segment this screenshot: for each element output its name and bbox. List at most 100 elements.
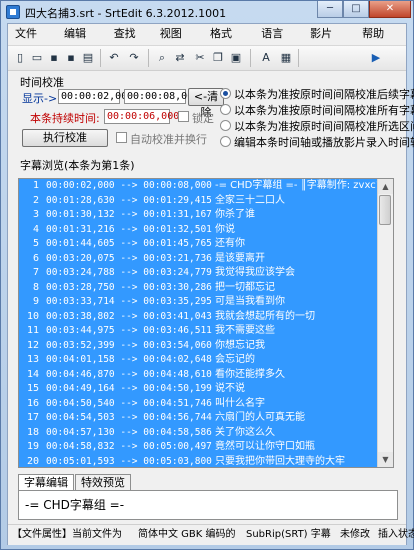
subtitle-row[interactable]: 14 00:04:46,870 --> 00:04:48,610 看你还能撑多久: [19, 367, 379, 382]
status-mode: 插入状态: [378, 529, 414, 540]
subtitle-timecode: 00:01:31,216 --> 00:01:32,501: [46, 223, 212, 235]
maximize-button[interactable]: □: [343, 1, 369, 18]
new-file-icon[interactable]: ▯: [12, 50, 28, 66]
subtitle-row[interactable]: 1 00:00:02,000 --> 00:00:08,000 -= CHD字幕组 …: [19, 179, 379, 194]
tab-subtitle-edit[interactable]: 字幕编辑: [18, 474, 74, 491]
copy-icon[interactable]: ❐: [210, 50, 226, 66]
subtitle-start: 00:04:46,870: [46, 368, 115, 380]
list-scrollbar[interactable]: ▲ ▼: [377, 179, 393, 467]
subtitle-row[interactable]: 19 00:04:58,832 --> 00:05:00,497 竟然可以让你守口如…: [19, 440, 379, 455]
subtitle-number: 2: [32, 194, 39, 206]
auto-calibrate-checkbox[interactable]: [116, 132, 127, 143]
subtitle-list[interactable]: 1 00:00:02,000 --> 00:00:08,000 -= CHD字幕组 …: [18, 178, 394, 468]
subtitle-end: 00:05:00,497: [143, 441, 212, 452]
text-mode-icon[interactable]: A: [258, 50, 274, 66]
subtitle-row[interactable]: 2 00:01:28,630 --> 00:01:29,415 全家三十二口人: [19, 193, 379, 208]
subtitle-end: 00:01:32,501: [143, 223, 212, 235]
lock-checkbox[interactable]: [178, 111, 189, 122]
subtitle-number: 9: [32, 296, 39, 307]
save-icon[interactable]: ▪: [46, 50, 62, 66]
subtitle-row[interactable]: 11 00:03:44,975 --> 00:03:46,511 我不需要这些: [19, 324, 379, 339]
cut-icon[interactable]: ✂: [192, 50, 208, 66]
subtitle-text: 六扇门的人可真无能: [215, 412, 305, 423]
scroll-thumb[interactable]: [379, 195, 391, 225]
subtitle-row[interactable]: 13 00:04:01,158 --> 00:04:02,648 会忘记的: [19, 353, 379, 368]
subtitle-end: 00:03:54,060: [143, 339, 212, 351]
menu-find[interactable]: 查找(I): [107, 24, 153, 60]
subtitle-start: 00:03:44,975: [46, 325, 115, 336]
subtitle-timecode: 00:04:58,832 --> 00:05:00,497: [46, 441, 212, 452]
replace-icon[interactable]: ⇄: [172, 50, 188, 66]
window-icon[interactable]: ▦: [278, 50, 294, 66]
menu-format[interactable]: 格式(O): [203, 24, 254, 60]
subtitle-start: 00:01:28,630: [46, 194, 115, 206]
save-all-icon[interactable]: ▪: [63, 50, 79, 66]
run-calibration-button[interactable]: 执行校准: [22, 129, 108, 147]
duration-field[interactable]: 00:00:06,000: [104, 109, 179, 124]
radio-option-4-label: 编辑本条时间轴或播放影片录入时间轴: [234, 136, 414, 149]
subtitle-end: 00:05:03,800: [143, 455, 212, 467]
subtitle-editor[interactable]: -= CHD字幕组 =-: [18, 490, 398, 520]
menu-view[interactable]: 视图(V): [153, 24, 203, 60]
subtitle-start: 00:04:50,540: [46, 397, 115, 409]
subtitle-row[interactable]: 15 00:04:49,164 --> 00:04:50,199 说不说: [19, 382, 379, 397]
subtitle-timecode: 00:04:54,503 --> 00:04:56,744: [46, 412, 212, 423]
menu-movie[interactable]: 影片(M): [303, 24, 355, 60]
subtitle-row[interactable]: 10 00:03:38,802 --> 00:03:41,043 我就会想起所有的一…: [19, 309, 379, 324]
subtitle-row[interactable]: 8 00:03:28,750 --> 00:03:30,286 把一切都忘记: [19, 280, 379, 295]
redo-icon[interactable]: ↷: [126, 50, 142, 66]
subtitle-timecode: 00:03:52,399 --> 00:03:54,060: [46, 339, 212, 351]
subtitle-row[interactable]: 18 00:04:57,130 --> 00:04:58,586 关了你这么久: [19, 425, 379, 440]
scroll-down-icon[interactable]: ▼: [378, 452, 393, 467]
subtitle-row[interactable]: 20 00:05:01,593 --> 00:05:03,800 只要我把你带回大理…: [19, 454, 379, 467]
subtitle-number: 15: [26, 383, 39, 394]
subtitle-text: 会忘记的: [215, 354, 255, 365]
subtitle-number: 10: [26, 310, 39, 322]
radio-option-1[interactable]: [220, 88, 231, 99]
subtitle-start: 00:03:28,750: [46, 281, 115, 293]
subtitle-row[interactable]: 16 00:04:50,540 --> 00:04:51,746 叫什么名字: [19, 396, 379, 411]
subtitle-row[interactable]: 3 00:01:30,132 --> 00:01:31,167 你杀了谁: [19, 208, 379, 223]
subtitle-end: 00:04:58,586: [143, 426, 212, 438]
end-time-field[interactable]: 00:00:08,000: [124, 89, 199, 104]
menu-help[interactable]: 帮助(H): [355, 24, 406, 60]
minimize-button[interactable]: ─: [317, 1, 343, 18]
start-time-field[interactable]: 00:00:02,000: [58, 89, 133, 104]
subtitle-end: 00:03:46,511: [143, 325, 212, 336]
subtitle-row[interactable]: 7 00:03:24,788 --> 00:03:24,779 我觉得我应该学会: [19, 266, 379, 281]
subtitle-row[interactable]: 5 00:01:44,605 --> 00:01:45,765 还有你: [19, 237, 379, 252]
subtitle-row[interactable]: 6 00:03:20,075 --> 00:03:21,736 是该要离开: [19, 251, 379, 266]
print-icon[interactable]: ▤: [80, 50, 96, 66]
subtitle-row[interactable]: 12 00:03:52,399 --> 00:03:54,060 你想忘记我: [19, 338, 379, 353]
subtitle-row[interactable]: 17 00:04:54,503 --> 00:04:56,744 六扇门的人可真无能: [19, 411, 379, 426]
close-button[interactable]: ✕: [369, 1, 411, 18]
subtitle-number: 20: [26, 455, 39, 467]
open-folder-icon[interactable]: ▭: [29, 50, 45, 66]
radio-option-1-label: 以本条为准按原时间间隔校准后续字幕: [234, 88, 414, 101]
subtitle-row[interactable]: 4 00:01:31,216 --> 00:01:32,501 你说: [19, 222, 379, 237]
radio-option-4[interactable]: [220, 136, 231, 147]
menu-language[interactable]: 语言(L): [254, 24, 303, 60]
menu-file[interactable]: 文件(F): [8, 24, 57, 60]
play-icon[interactable]: ▶: [368, 50, 384, 66]
radio-option-3[interactable]: [220, 120, 231, 131]
undo-icon[interactable]: ↶: [106, 50, 122, 66]
menu-edit[interactable]: 编辑(E): [57, 24, 107, 60]
subtitle-start: 00:04:49,164: [46, 383, 115, 394]
subtitle-timecode: 00:01:30,132 --> 00:01:31,167: [46, 209, 212, 220]
title-bar[interactable]: 四大名捕3.srt - SrtEdit 6.3.2012.1001 ─ □ ✕: [1, 1, 413, 23]
browse-label: 字幕浏览(本条为第1条): [20, 159, 135, 172]
subtitle-timecode: 00:03:24,788 --> 00:03:24,779: [46, 267, 212, 278]
subtitle-row[interactable]: 9 00:03:33,714 --> 00:03:35,295 可是当我看到你: [19, 295, 379, 310]
clear-button[interactable]: <-清除: [188, 88, 224, 119]
radio-option-2[interactable]: [220, 104, 231, 115]
paste-icon[interactable]: ▣: [228, 50, 244, 66]
find-icon[interactable]: ⌕: [154, 50, 170, 66]
subtitle-start: 00:04:54,503: [46, 412, 115, 423]
tab-effect-preview[interactable]: 特效预览: [75, 474, 131, 490]
client-area: 文件(F) 编辑(E) 查找(I) 视图(V) 格式(O) 语言(L) 影片(M…: [7, 23, 414, 545]
subtitle-timecode: 00:01:28,630 --> 00:01:29,415: [46, 194, 212, 206]
scroll-up-icon[interactable]: ▲: [378, 179, 393, 194]
subtitle-timecode: 00:00:02,000 --> 00:00:08,000: [46, 180, 212, 191]
radio-option-3-label: 以本条为准按原时间间隔校准所选区间: [234, 120, 414, 133]
